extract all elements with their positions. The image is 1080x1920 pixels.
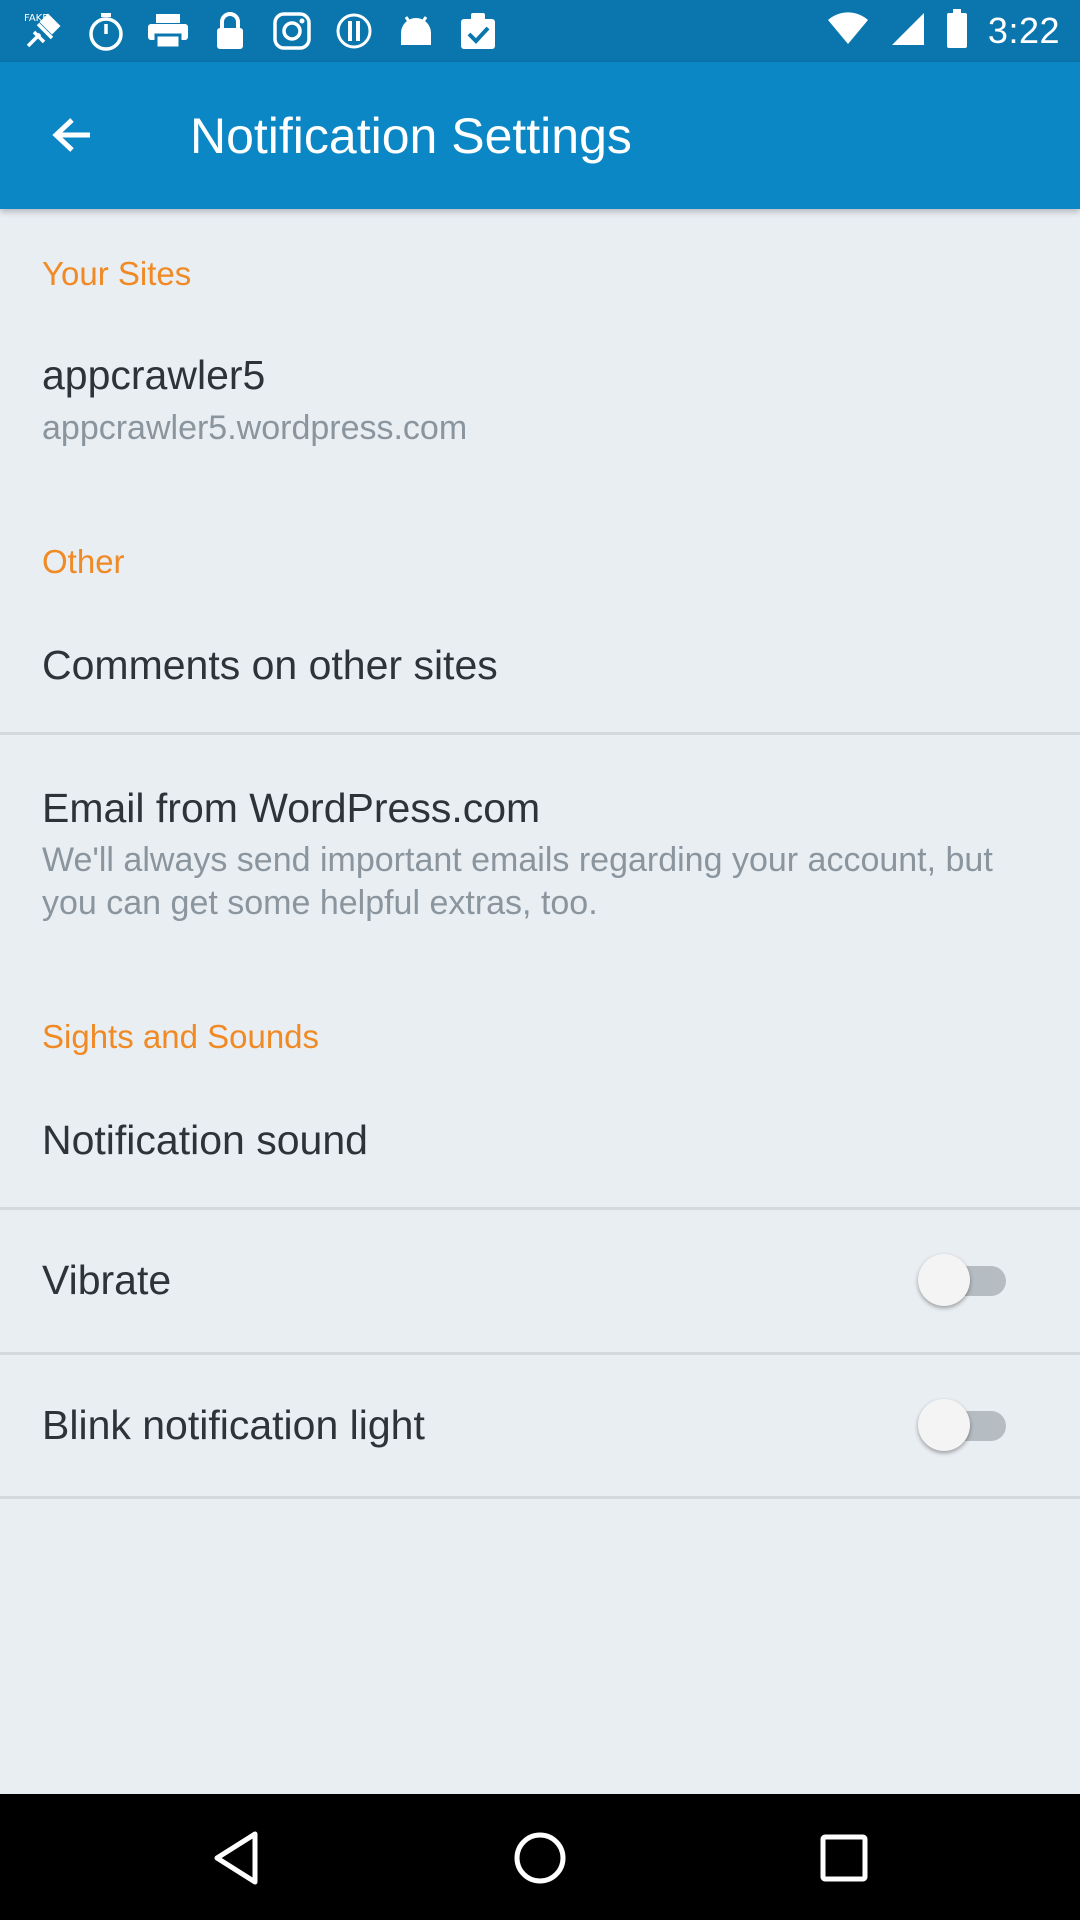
site-name: appcrawler5 — [42, 352, 266, 398]
arrow-back-icon — [52, 118, 90, 152]
toggle-thumb — [918, 1254, 970, 1306]
status-bar: FAKE 3:22 — [0, 0, 1080, 62]
vibrate-toggle[interactable] — [918, 1248, 1014, 1312]
site-row-appcrawler5[interactable]: appcrawler5 appcrawler5.wordpress.com — [0, 335, 1080, 475]
vibrate-row[interactable]: Vibrate — [0, 1210, 1080, 1352]
notification-sound-row[interactable]: Notification sound — [0, 1095, 1080, 1207]
toggle-thumb — [918, 1399, 970, 1451]
app-bar: Notification Settings — [0, 62, 1080, 209]
coin-icon — [332, 10, 376, 52]
nav-home-button[interactable] — [504, 1822, 576, 1894]
signal-icon — [890, 11, 926, 52]
section-header-other: Other — [42, 543, 125, 580]
home-circle-icon — [514, 1832, 566, 1884]
email-summary: We'll always send important emails regar… — [42, 841, 993, 922]
page-title: Notification Settings — [190, 108, 632, 164]
recents-square-icon — [820, 1834, 868, 1882]
status-icons-right: 3:22 — [826, 8, 1060, 54]
wifi-icon — [826, 11, 870, 51]
blink-notification-light-row[interactable]: Blink notification light — [0, 1355, 1080, 1497]
notification-sound-label: Notification sound — [42, 1117, 368, 1163]
svg-text:FAKE: FAKE — [24, 13, 49, 24]
email-label: Email from WordPress.com — [42, 785, 541, 831]
comments-label: Comments on other sites — [42, 642, 498, 688]
back-triangle-icon — [214, 1831, 258, 1885]
email-from-wordpress-row[interactable]: Email from WordPress.com We'll always se… — [0, 735, 1080, 945]
stopwatch-icon — [84, 10, 128, 52]
fake-gps-icon: FAKE — [22, 10, 66, 52]
lock-icon — [208, 10, 252, 52]
blink-label: Blink notification light — [42, 1402, 425, 1448]
divider — [0, 1496, 1080, 1499]
nav-back-button[interactable] — [200, 1822, 272, 1894]
android-icon — [394, 10, 438, 52]
printer-icon — [146, 10, 190, 52]
instagram-icon — [270, 10, 314, 52]
status-clock: 3:22 — [987, 10, 1060, 51]
blink-toggle[interactable] — [918, 1393, 1014, 1457]
clipboard-check-icon — [456, 10, 500, 52]
nav-recents-button[interactable] — [808, 1822, 880, 1894]
battery-icon — [946, 8, 968, 54]
back-button[interactable] — [36, 104, 108, 166]
navigation-bar — [0, 1794, 1080, 1920]
comments-on-other-sites-row[interactable]: Comments on other sites — [0, 620, 1080, 732]
vibrate-label: Vibrate — [42, 1257, 172, 1303]
status-icons-left: FAKE — [22, 10, 500, 52]
section-header-sights-and-sounds: Sights and Sounds — [42, 1018, 320, 1055]
site-url: appcrawler5.wordpress.com — [42, 409, 468, 447]
section-header-your-sites: Your Sites — [42, 255, 192, 292]
